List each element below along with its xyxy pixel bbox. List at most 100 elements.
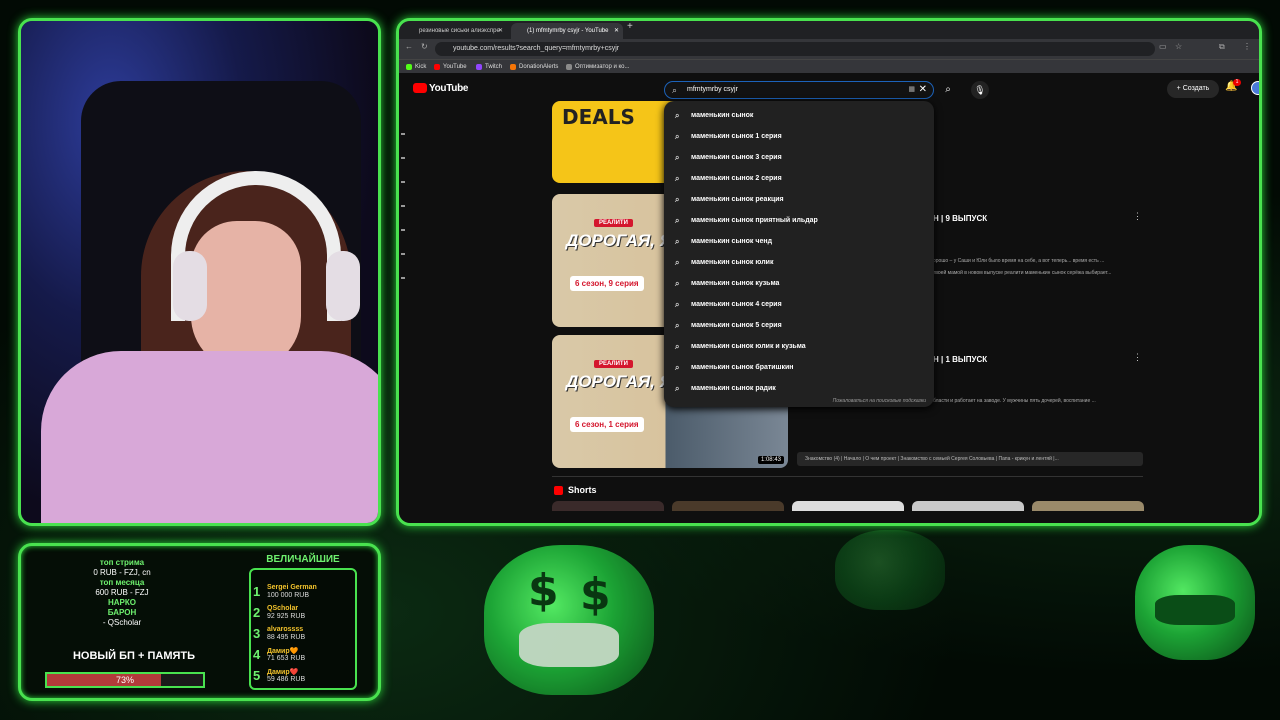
short-thumbnail[interactable]	[792, 501, 904, 511]
close-icon[interactable]: ✕	[614, 23, 619, 39]
headset-earcup-right	[326, 251, 360, 321]
reload-icon[interactable]: ↻	[421, 42, 428, 51]
suggestion-item[interactable]: ⌕ маменькин сынок 5 серия	[664, 315, 934, 336]
more-options-icon[interactable]: ⋮	[1133, 211, 1142, 222]
back-icon[interactable]: ←	[405, 42, 413, 51]
donor-name: Дамир🧡	[267, 648, 299, 655]
suggestion-item[interactable]: ⌕ маменькин сынок	[664, 105, 934, 126]
search-button[interactable]: ⌕	[939, 81, 957, 99]
suggestion-text: маменькин сынок юлик и кузьма	[691, 343, 806, 350]
search-input[interactable]: ⌕ mfmtymrby csyjr ▦ ✕	[664, 81, 934, 99]
report-suggestions-link[interactable]: Пожаловаться на поисковые подсказки	[833, 398, 926, 404]
top-donations: топ стрима 0 RUB - FZJ, cn топ месяца 60…	[57, 558, 187, 628]
extensions-icon[interactable]: ⧉	[1219, 42, 1225, 52]
search-icon: ⌕	[675, 300, 680, 309]
youtube-logo[interactable]: YouTube	[413, 83, 469, 94]
suggestion-text: маменькин сынок радик	[691, 385, 776, 392]
baron-name: - QScholar	[102, 618, 142, 627]
bookmark-kick[interactable]: Kick	[405, 60, 426, 74]
pepe-laugh-emote	[1135, 545, 1255, 660]
suggestion-item[interactable]: ⌕ маменькин сынок 1 серия	[664, 126, 934, 147]
suggestion-text: маменькин сынок 5 серия	[691, 322, 782, 329]
webcam-frame	[18, 18, 381, 526]
short-thumbnail[interactable]	[672, 501, 784, 511]
create-button[interactable]: + Создать	[1167, 80, 1219, 98]
stream-info-panel: топ стрима 0 RUB - FZJ, cn топ месяца 60…	[18, 543, 381, 701]
suggestion-item[interactable]: ⌕ маменькин сынок 3 серия	[664, 147, 934, 168]
suggestion-item[interactable]: ⌕ маменькин сынок 2 серия	[664, 168, 934, 189]
thumb-season: 6 сезон, 9 серия	[570, 276, 644, 291]
suggestion-item[interactable]: ⌕ маменькин сынок юлик и кузьма	[664, 336, 934, 357]
search-icon: ⌕	[675, 174, 680, 183]
suggestion-text: маменькин сынок 1 серия	[691, 133, 782, 140]
suggestion-text: маменькин сынок 4 серия	[691, 301, 782, 308]
donor-name: QScholar	[267, 605, 299, 612]
donor-row: 5 Дамир❤️ 59 486 RUB	[253, 668, 353, 686]
donor-rank: 3	[253, 626, 261, 641]
suggestion-item[interactable]: ⌕ маменькин сынок реакция	[664, 189, 934, 210]
more-options-icon[interactable]: ⋮	[1133, 352, 1142, 363]
shorts-icon	[554, 486, 563, 495]
shorts-heading: Shorts	[554, 485, 597, 495]
tab-label: резиновые сиськи алиэкспре	[419, 28, 500, 34]
thumb-season: 6 сезон, 1 серия	[570, 417, 644, 432]
kick-icon	[406, 64, 412, 70]
short-thumbnail[interactable]	[912, 501, 1024, 511]
suggestion-item[interactable]: ⌕ маменькин сынок 4 серия	[664, 294, 934, 315]
donor-rank: 5	[253, 668, 261, 683]
browser-window: резиновые сиськи алиэкспре ✕ (1) mfmtymrb…	[396, 18, 1262, 526]
tab-youtube[interactable]: (1) mfmtymrby csyjr - YouTube ✕	[511, 23, 623, 39]
chapters-strip[interactable]: Знакомство (4) | Начало | О чем проект |…	[797, 452, 1143, 466]
video-description: твоей мамой в новом выпуске реалити маме…	[933, 270, 1112, 276]
video-description: орошо – у Саши и Юли было время на себе,…	[933, 258, 1105, 264]
bookmarks-bar: Kick YouTube Twitch DonationAlerts Оптим…	[399, 59, 1259, 73]
short-thumbnail[interactable]	[552, 501, 664, 511]
close-icon[interactable]: ✕	[498, 23, 503, 39]
bookmark-youtube[interactable]: YouTube	[433, 60, 467, 74]
suggestion-text: маменькин сынок кузьма	[691, 280, 780, 287]
keyboard-icon[interactable]: ▦	[908, 82, 915, 98]
guide-rail	[401, 133, 409, 333]
video-description: бласти и работает на заводе. У мужчины п…	[933, 398, 1096, 404]
deals-text: DEALS	[562, 105, 635, 129]
laugh-mouth-icon	[1155, 595, 1235, 625]
mic-icon[interactable]: 🎙	[971, 81, 989, 99]
url-field[interactable]: youtube.com/results?search_query=mfmtymr…	[435, 42, 1155, 56]
donors-title: ВЕЛИЧАЙШИЕ	[266, 554, 340, 565]
bookmark-optimizer[interactable]: Оптимизатор и ко...	[565, 60, 630, 74]
star-icon[interactable]: ☆	[1175, 42, 1182, 51]
bookmark-label: Kick	[415, 64, 427, 70]
cast-icon[interactable]: ▭	[1159, 42, 1167, 51]
suggestion-text: маменькин сынок юлик	[691, 259, 774, 266]
suggestion-item[interactable]: ⌕ маменькин сынок радик	[664, 378, 934, 399]
optimizer-icon	[566, 64, 572, 70]
search-icon: ⌕	[675, 237, 680, 246]
tab-aliexpress[interactable]: резиновые сиськи алиэкспре ✕	[403, 23, 507, 39]
bookmark-twitch[interactable]: Twitch	[475, 60, 502, 74]
suggestion-item[interactable]: ⌕ маменькин сынок братишкин	[664, 357, 934, 378]
search-icon: ⌕	[675, 384, 680, 393]
menu-icon[interactable]: ⋮	[1243, 42, 1251, 51]
search-icon: ⌕	[675, 195, 680, 204]
short-thumbnail[interactable]	[1032, 501, 1144, 511]
suggestion-item[interactable]: ⌕ маменькин сынок приятный ильдар	[664, 210, 934, 231]
search-suggestions-dropdown: ⌕ маменькин сынок ⌕ маменькин сынок 1 сери…	[664, 101, 934, 407]
thumb-tag: РЕАЛИТИ	[594, 360, 633, 368]
donor-row: 4 Дамир🧡 71 653 RUB	[253, 647, 353, 665]
bookmark-donationalerts[interactable]: DonationAlerts	[509, 60, 558, 74]
clear-search-icon[interactable]: ✕	[919, 82, 927, 98]
video-title[interactable]: Н | 1 ВЫПУСК	[933, 355, 987, 364]
suggestion-item[interactable]: ⌕ маменькин сынок кузьма	[664, 273, 934, 294]
donor-amount: 100 000 RUB	[267, 592, 310, 599]
goal-progress-bar: 73%	[45, 672, 205, 688]
bookmark-label: Оптимизатор и ко...	[575, 64, 630, 70]
donationalerts-icon	[510, 64, 516, 70]
avatar[interactable]	[1251, 81, 1259, 95]
suggestion-text: маменькин сынок братишкин	[691, 364, 794, 371]
suggestion-item[interactable]: ⌕ маменькин сынок юлик	[664, 252, 934, 273]
new-tab-button[interactable]: +	[627, 21, 633, 32]
suggestion-item[interactable]: ⌕ маменькин сынок ченд	[664, 231, 934, 252]
youtube-page: YouTube ⌕ mfmtymrby csyjr ▦ ✕ ⌕ 🎙 + Создать…	[399, 73, 1259, 523]
video-title[interactable]: Н | 9 ВЫПУСК	[933, 214, 987, 223]
tab-label: (1) mfmtymrby csyjr - YouTube	[527, 28, 609, 34]
